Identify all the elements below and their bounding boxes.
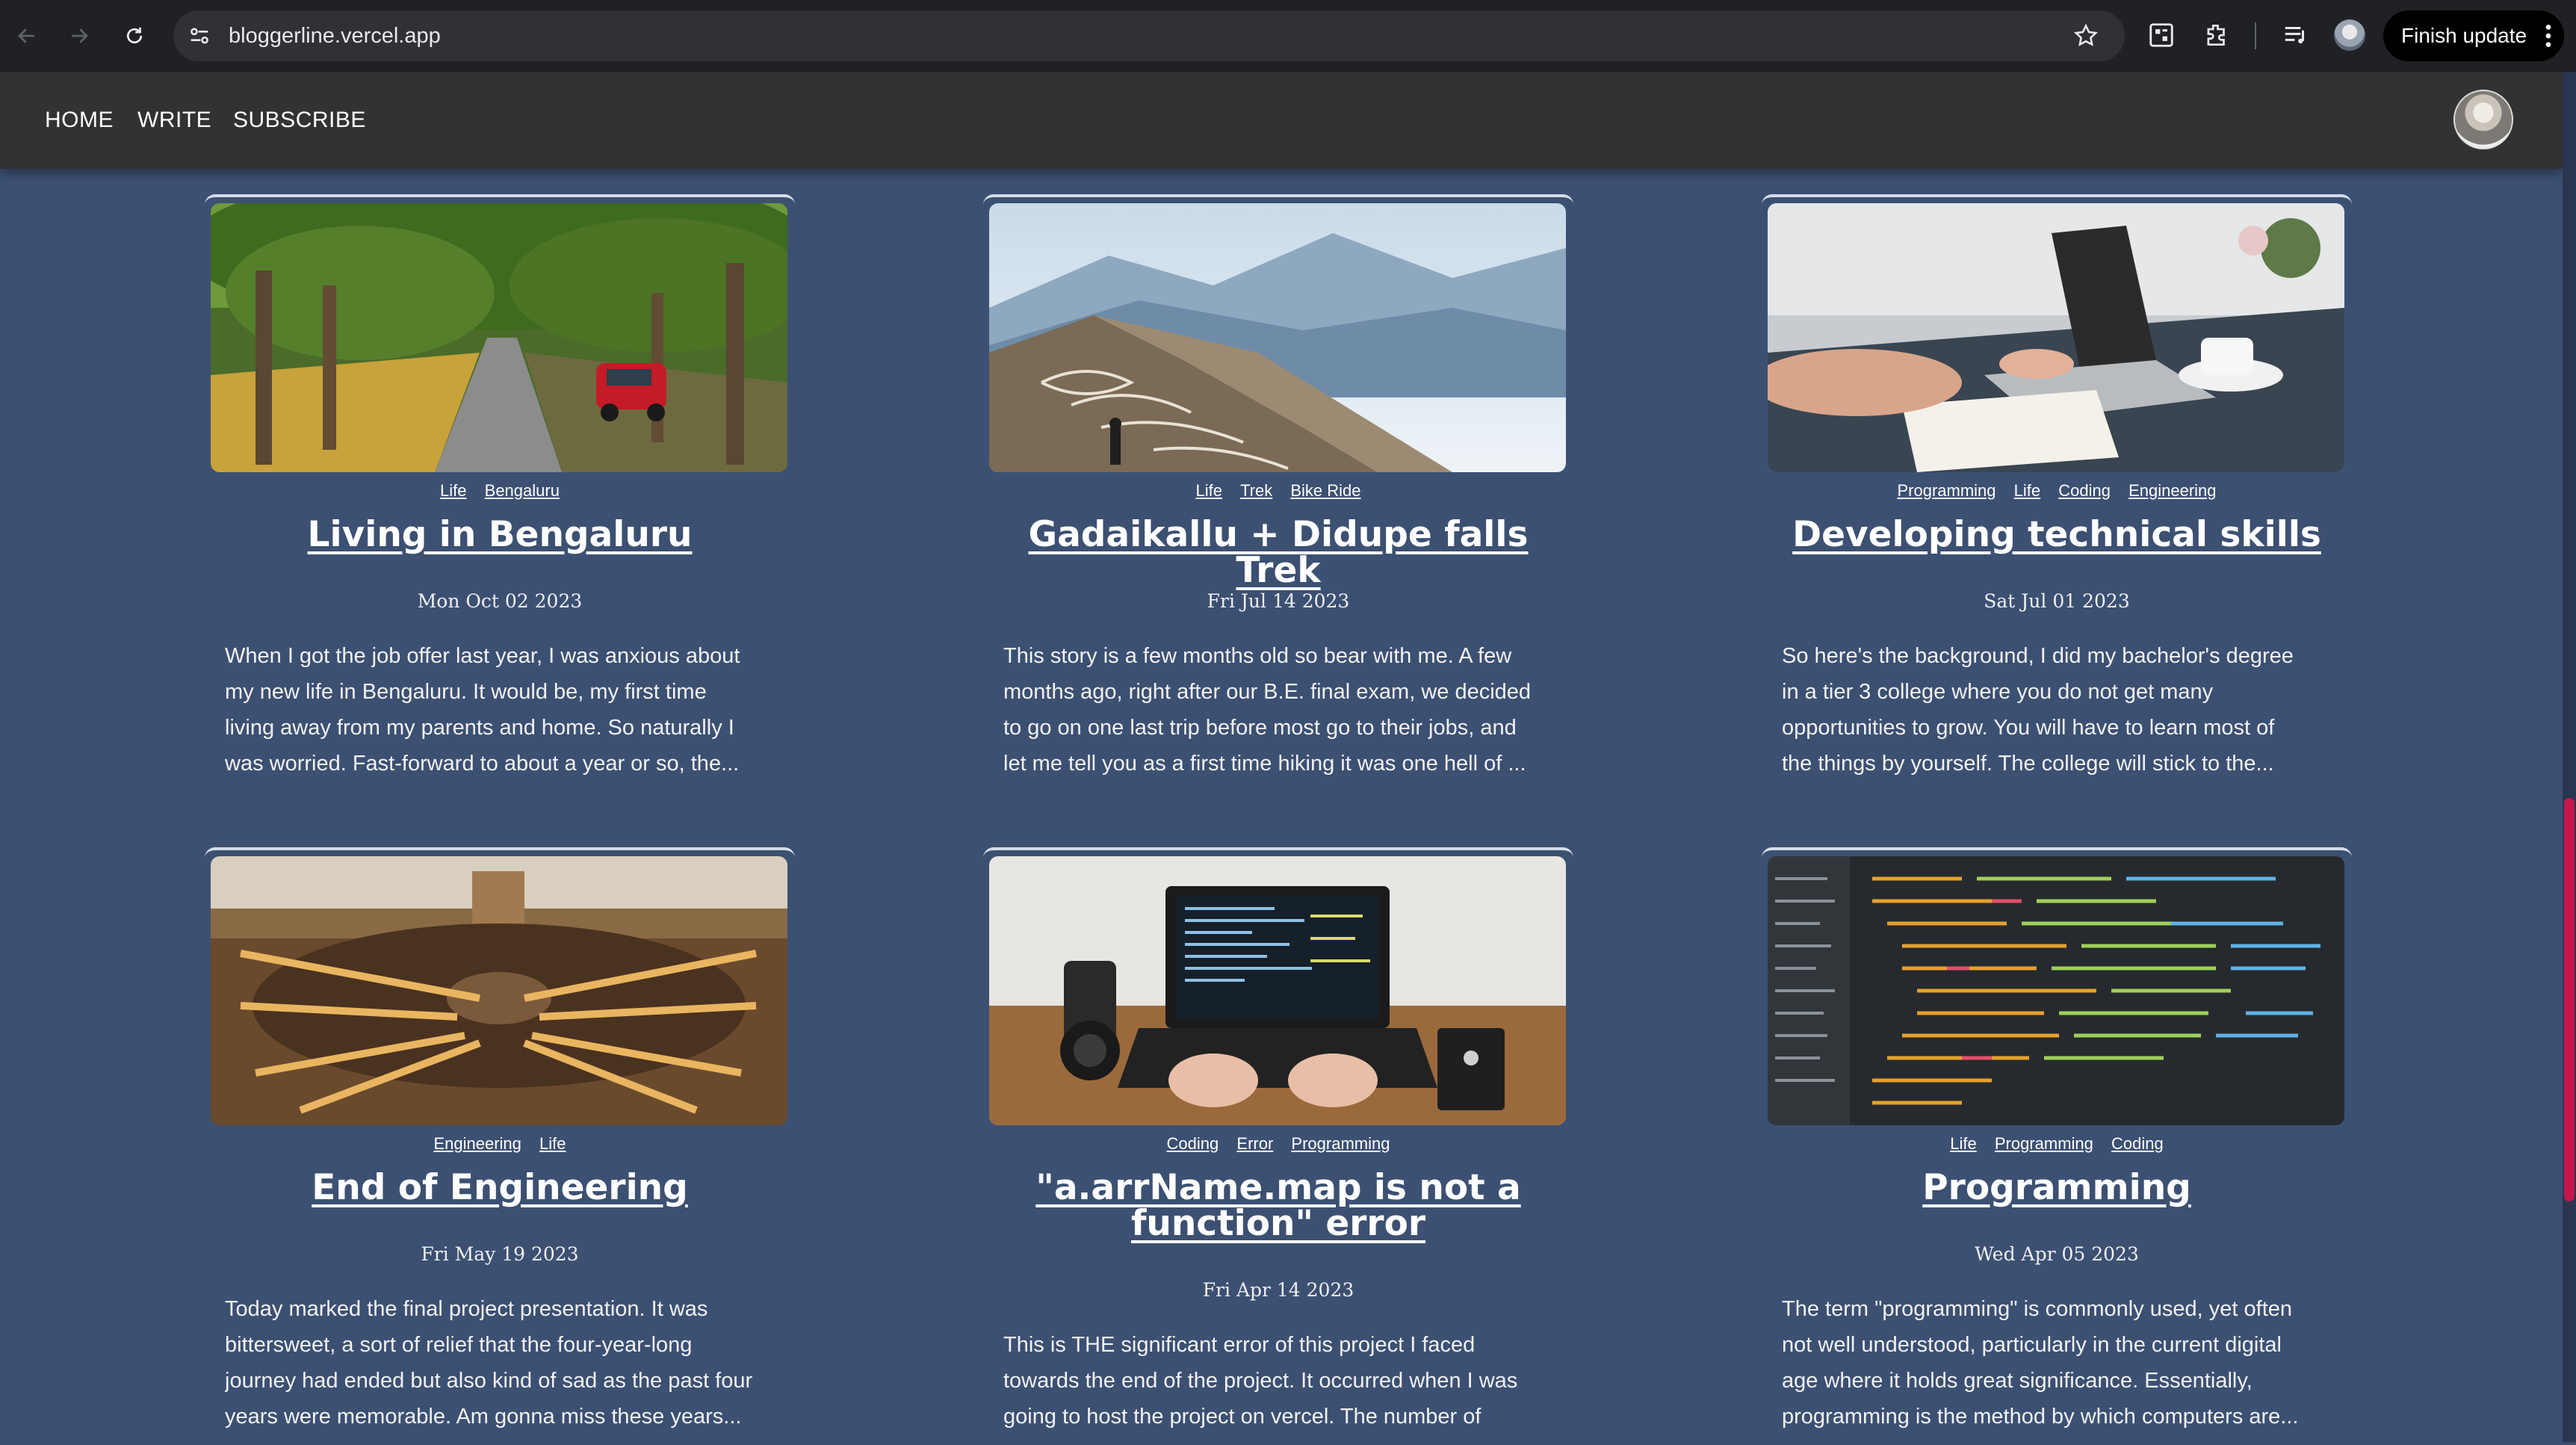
nav-home-link[interactable]: HOME — [45, 108, 114, 133]
tag-link[interactable]: Engineering — [2128, 481, 2216, 500]
post-card[interactable]: Life Programming Coding Programming Wed … — [1762, 847, 2352, 1445]
post-tags: Life Trek Bike Ride — [983, 481, 1573, 501]
post-excerpt: The term "programming" is commonly used,… — [1782, 1297, 2299, 1429]
tag-link[interactable]: Bengaluru — [485, 481, 560, 500]
site-navbar: HOME WRITE SUBSCRIBE — [0, 72, 2563, 169]
tag-link[interactable]: Life — [539, 1134, 566, 1153]
nav-subscribe-link[interactable]: SUBSCRIBE — [233, 108, 366, 133]
post-tags: Programming Life Coding Engineering — [1762, 481, 2352, 501]
site-info-icon[interactable] — [187, 23, 212, 49]
browser-toolbar: bloggerline.vercel.app Finish update — [0, 0, 2576, 72]
extensions-icon[interactable] — [2202, 21, 2231, 49]
qr-code-icon[interactable] — [2147, 21, 2176, 49]
post-title[interactable]: Gadaikallu + Didupe falls Trek — [998, 517, 1558, 589]
post-excerpt: When I got the job offer last year, I wa… — [225, 644, 740, 776]
tag-link[interactable]: Life — [1195, 481, 1222, 500]
post-tags: Life Programming Coding — [1762, 1134, 2352, 1154]
address-bar[interactable]: bloggerline.vercel.app — [173, 10, 2125, 61]
post-tags: Life Bengaluru — [205, 481, 795, 501]
post-image-code-editor[interactable] — [1768, 856, 2344, 1125]
post-excerpt: Today marked the final project presentat… — [225, 1297, 753, 1429]
post-tags: Coding Error Programming — [983, 1134, 1573, 1154]
post-image-laptop-coding[interactable] — [989, 856, 1566, 1125]
post-excerpt: So here's the background, I did my bache… — [1782, 644, 2294, 776]
nav-write-link[interactable]: WRITE — [137, 108, 211, 133]
media-queue-icon[interactable] — [2282, 21, 2310, 49]
url-text: bloggerline.vercel.app — [229, 23, 441, 48]
post-excerpt: This is THE significant error of this pr… — [1003, 1333, 1518, 1429]
finish-update-label: Finish update — [2401, 24, 2527, 47]
tag-link[interactable]: Bike Ride — [1290, 481, 1360, 500]
tag-link[interactable]: Programming — [1291, 1134, 1390, 1153]
user-avatar[interactable] — [2453, 90, 2513, 149]
tag-link[interactable]: Programming — [1897, 481, 1996, 500]
more-menu-icon[interactable] — [2545, 21, 2552, 51]
back-icon[interactable] — [9, 18, 45, 54]
tag-link[interactable]: Life — [1950, 1134, 1976, 1153]
finish-update-button[interactable]: Finish update — [2383, 10, 2564, 61]
tag-link[interactable]: Coding — [1167, 1134, 1219, 1153]
tag-link[interactable]: Coding — [2058, 481, 2111, 500]
page-scrollbar-thumb[interactable] — [2564, 798, 2575, 1201]
post-date: Wed Apr 05 2023 — [1975, 1243, 2139, 1265]
post-title[interactable]: Programming — [1777, 1170, 2337, 1206]
post-date: Fri Jul 14 2023 — [1207, 590, 1350, 612]
post-card[interactable]: Life Trek Bike Ride Gadaikallu + Didupe … — [983, 194, 1573, 780]
bookmark-star-icon[interactable] — [2072, 22, 2099, 49]
page-scrollbar-track[interactable] — [2563, 72, 2576, 1442]
post-image-mountain-road[interactable] — [989, 203, 1566, 472]
profile-avatar-icon[interactable] — [2334, 19, 2365, 51]
post-title[interactable]: Living in Bengaluru — [220, 517, 780, 553]
post-tags: Engineering Life — [205, 1134, 795, 1154]
reload-icon[interactable] — [117, 18, 152, 54]
post-title[interactable]: Developing technical skills — [1777, 517, 2337, 553]
post-image-laptop-desk[interactable] — [1768, 203, 2344, 472]
tag-link[interactable]: Trek — [1240, 481, 1272, 500]
tag-link[interactable]: Engineering — [433, 1134, 521, 1153]
post-date: Fri Apr 14 2023 — [1202, 1279, 1354, 1301]
post-image-library[interactable] — [211, 856, 787, 1125]
tag-link[interactable]: Programming — [1995, 1134, 2093, 1153]
post-date: Mon Oct 02 2023 — [417, 590, 583, 612]
tag-link[interactable]: Life — [2014, 481, 2040, 500]
post-card[interactable]: Life Bengaluru Living in Bengaluru Mon O… — [205, 194, 795, 780]
post-title[interactable]: End of Engineering — [220, 1170, 780, 1206]
toolbar-divider — [2255, 22, 2256, 49]
tag-link[interactable]: Coding — [2111, 1134, 2164, 1153]
post-image-road-trees[interactable] — [211, 203, 787, 472]
post-title[interactable]: "a.arrName.map is not a function" error — [998, 1170, 1558, 1242]
tag-link[interactable]: Error — [1236, 1134, 1273, 1153]
forward-icon[interactable] — [61, 18, 97, 54]
post-date: Sat Jul 01 2023 — [1984, 590, 2130, 612]
post-card[interactable]: Programming Life Coding Engineering Deve… — [1762, 194, 2352, 780]
tag-link[interactable]: Life — [440, 481, 466, 500]
post-card[interactable]: Coding Error Programming "a.arrName.map … — [983, 847, 1573, 1445]
post-card[interactable]: Engineering Life End of Engineering Fri … — [205, 847, 795, 1445]
post-excerpt: This story is a few months old so bear w… — [1003, 644, 1532, 776]
post-date: Fri May 19 2023 — [421, 1243, 579, 1265]
